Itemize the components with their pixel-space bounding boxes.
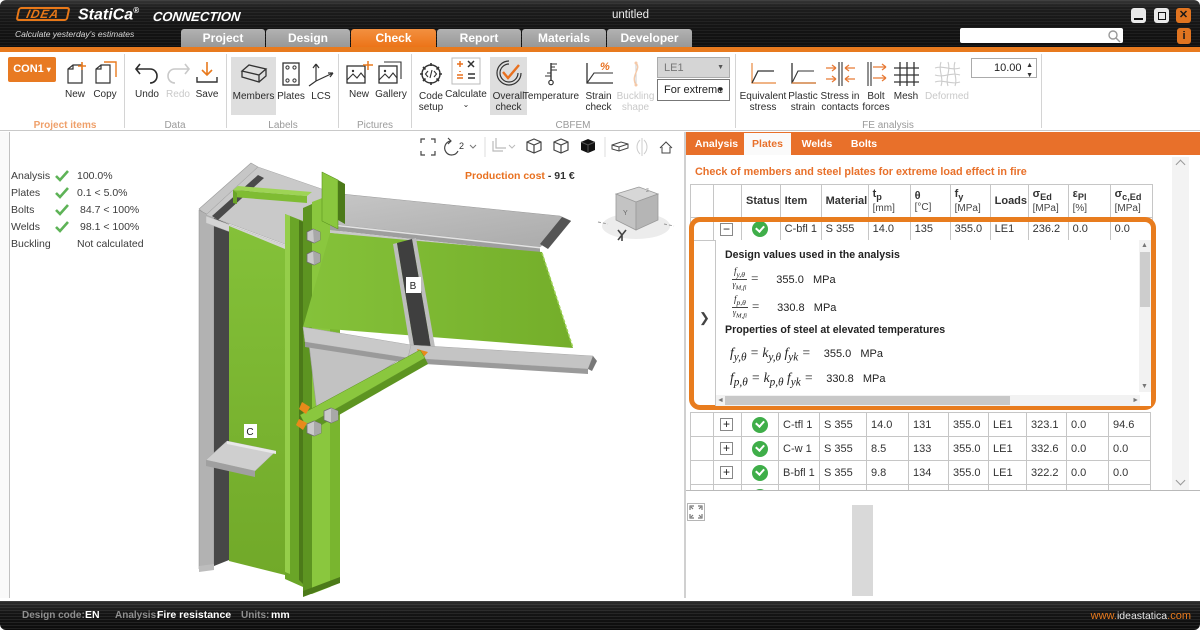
svg-text:Y: Y — [623, 210, 628, 217]
svg-text:C: C — [246, 427, 253, 438]
svg-text:B: B — [410, 281, 417, 292]
svg-text:%: % — [600, 61, 610, 73]
svg-text:z: z — [646, 188, 649, 194]
